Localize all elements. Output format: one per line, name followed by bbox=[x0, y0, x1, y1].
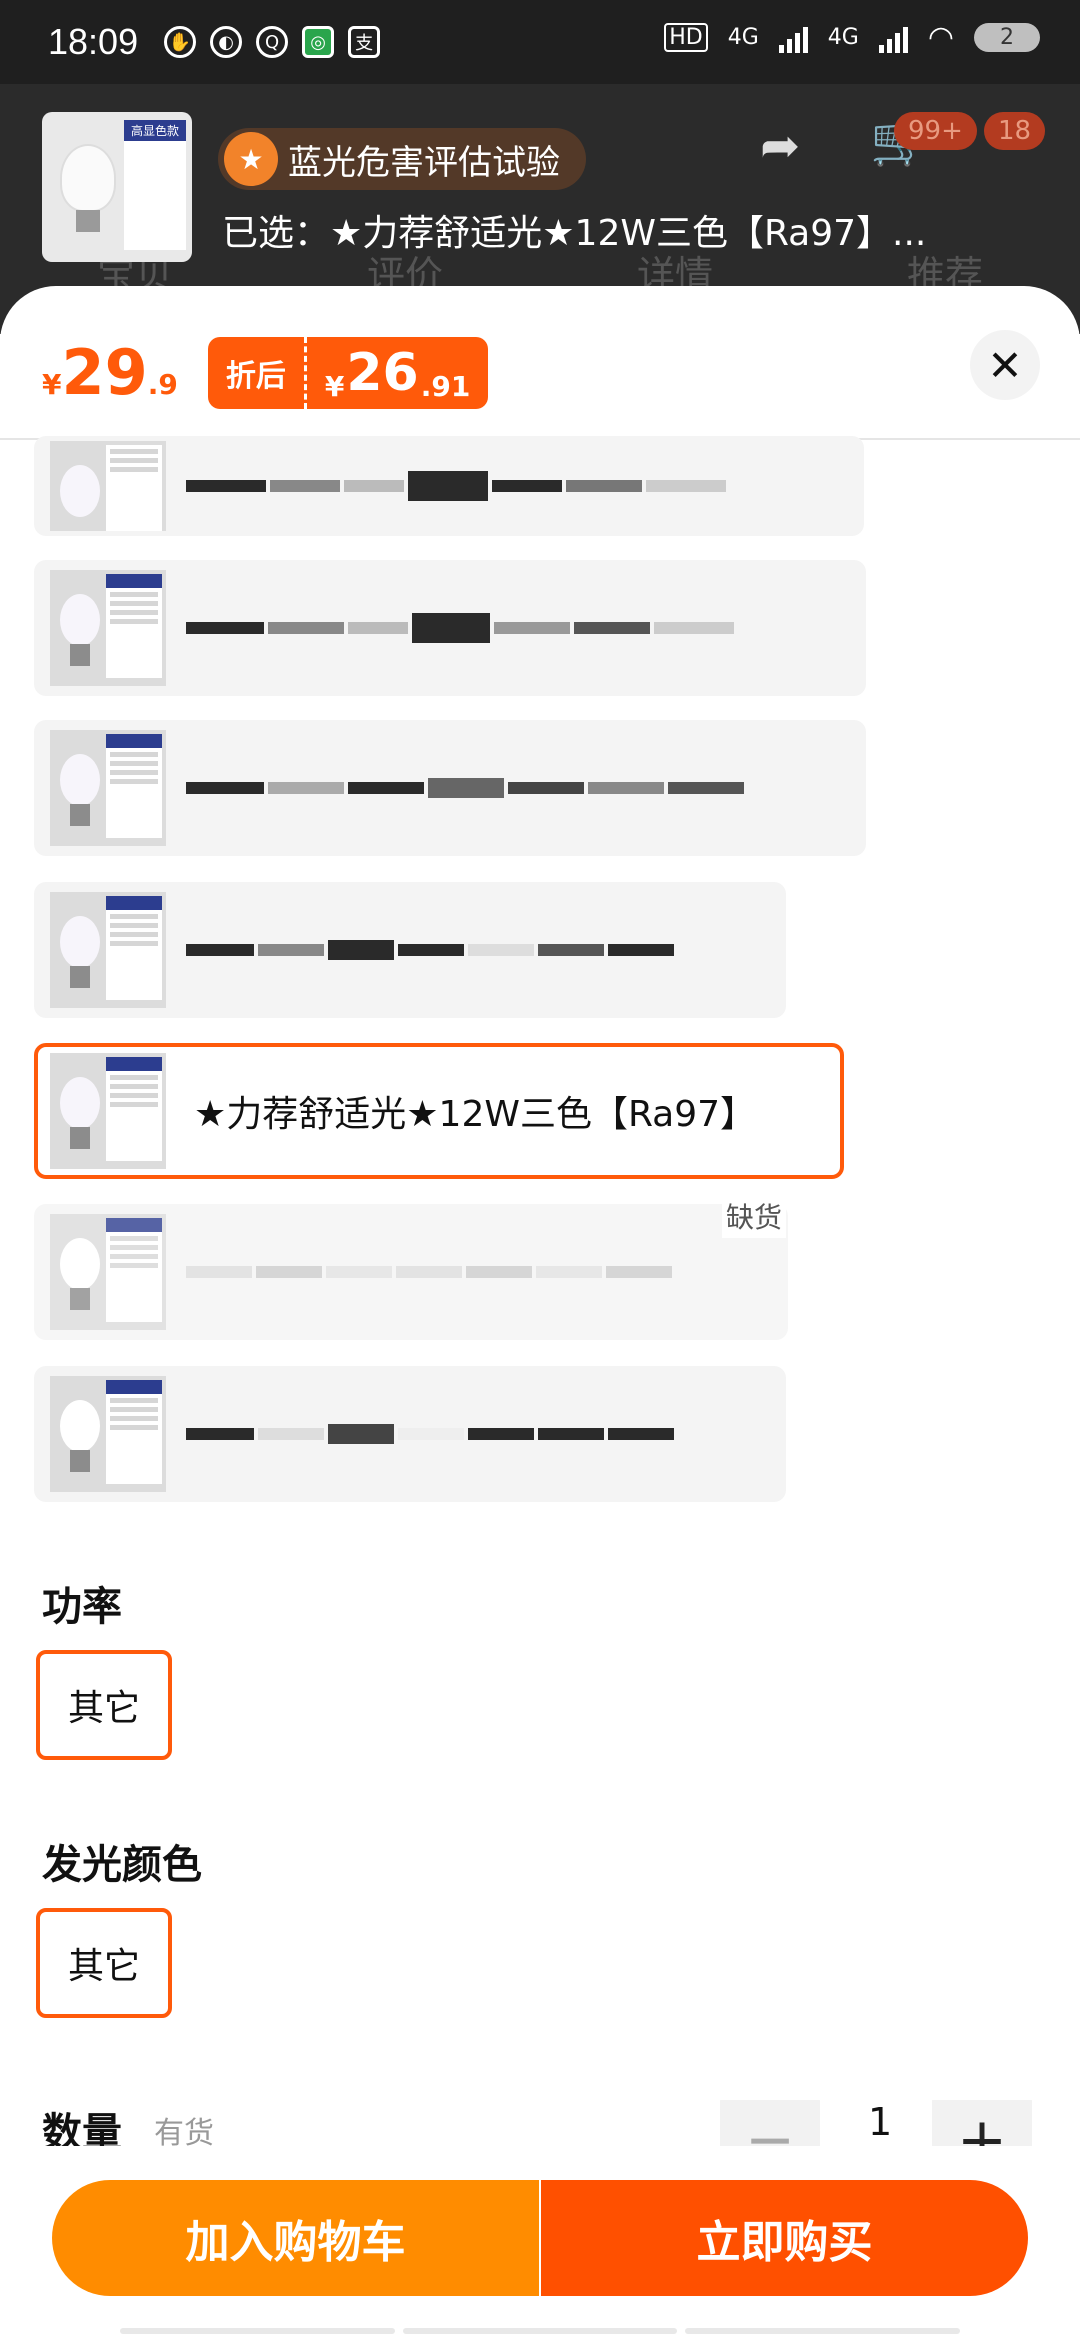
increase-quantity-button[interactable]: + bbox=[932, 2100, 1032, 2146]
cart-count-badge: 99+ bbox=[894, 112, 977, 150]
wifi-icon: ◠ bbox=[927, 20, 954, 55]
decrease-quantity-button[interactable]: − bbox=[720, 2100, 820, 2146]
signal-1-label: 4G bbox=[727, 25, 759, 50]
close-icon: ✕ bbox=[987, 340, 1023, 390]
discount-decimal: .91 bbox=[420, 370, 471, 403]
wechat-icon: ◎ bbox=[302, 26, 335, 58]
redacted-label bbox=[186, 471, 726, 501]
sku-option[interactable] bbox=[34, 882, 786, 1018]
quark-icon: Q bbox=[256, 26, 289, 58]
redacted-label bbox=[186, 613, 734, 643]
light-color-section-title: 发光颜色 bbox=[42, 1842, 202, 1888]
price-integer: 29 bbox=[61, 336, 148, 409]
quantity-value[interactable]: 1 bbox=[868, 2100, 892, 2144]
out-of-stock-label: 缺货 bbox=[722, 1194, 787, 1238]
bottom-indicator bbox=[120, 2328, 961, 2334]
redacted-label bbox=[186, 778, 744, 798]
app-icon: ◐ bbox=[210, 26, 243, 58]
notification-icons: ✋ ◐ Q ◎ 支 bbox=[164, 26, 381, 58]
discount-price-pill: 折后 ¥26.91 bbox=[207, 337, 489, 409]
stock-status: 有货 bbox=[154, 2116, 214, 2146]
sku-thumbnail bbox=[50, 1053, 166, 1169]
sku-option[interactable] bbox=[34, 560, 866, 696]
buy-now-button[interactable]: 立即购买 bbox=[541, 2180, 1028, 2296]
sku-option-selected[interactable]: ★力荐舒适光★12W三色【Ra97】 bbox=[34, 1043, 844, 1179]
signal-icon bbox=[878, 23, 908, 53]
alipay-icon: 支 bbox=[348, 26, 381, 58]
bulb-image bbox=[62, 146, 114, 210]
discount-currency: ¥ bbox=[324, 370, 345, 403]
redacted-label bbox=[186, 940, 674, 960]
original-price: ¥29.9 bbox=[42, 336, 178, 409]
sku-thumbnail bbox=[50, 730, 166, 846]
price-decimal: .9 bbox=[147, 368, 178, 401]
badge-text: 蓝光危害评估试验 bbox=[288, 142, 560, 183]
selected-spec-text: 已选：★力荐舒适光★12W三色【Ra97】... bbox=[222, 213, 927, 254]
action-bar: 加入购物车 立即购买 bbox=[52, 2180, 1028, 2296]
light-color-option-other[interactable]: 其它 bbox=[36, 1908, 172, 2018]
power-option-other[interactable]: 其它 bbox=[36, 1650, 172, 1760]
sku-thumbnail bbox=[50, 1214, 166, 1330]
quantity-label: 数量 bbox=[42, 2110, 122, 2146]
redacted-label bbox=[186, 1424, 674, 1444]
clock: 18:09 bbox=[48, 21, 139, 62]
discount-price: ¥26.91 bbox=[307, 343, 488, 403]
blue-light-test-badge[interactable]: ★ 蓝光危害评估试验 bbox=[218, 128, 586, 190]
signal-icon bbox=[778, 23, 808, 53]
spec-panel: 高显色款 bbox=[124, 120, 186, 250]
add-to-cart-button[interactable]: 加入购物车 bbox=[52, 2180, 541, 2296]
currency-symbol: ¥ bbox=[42, 368, 62, 401]
redacted-label bbox=[186, 1266, 672, 1278]
hd-icon: HD bbox=[664, 23, 708, 52]
system-icons: HD 4G 4G ◠ 2 bbox=[664, 20, 1040, 55]
sku-option[interactable] bbox=[34, 1366, 786, 1502]
medal-icon: ★ bbox=[224, 132, 278, 186]
battery-icon: 2 bbox=[974, 23, 1040, 52]
sku-thumbnail bbox=[50, 441, 166, 531]
sku-thumbnail bbox=[50, 570, 166, 686]
discount-integer: 26 bbox=[346, 343, 419, 403]
sku-option[interactable] bbox=[34, 720, 866, 856]
share-icon[interactable]: ➦ bbox=[760, 118, 800, 174]
discount-label: 折后 bbox=[208, 337, 307, 409]
sku-option-label: ★力荐舒适光★12W三色【Ra97】 bbox=[194, 1094, 757, 1135]
close-button[interactable]: ✕ bbox=[970, 330, 1040, 400]
message-count-badge: 18 bbox=[984, 112, 1046, 150]
selected-product-thumbnail[interactable]: 高显色款 bbox=[42, 112, 192, 262]
bulb-base-image bbox=[76, 210, 100, 232]
price-row: ¥29.9 折后 ¥26.91 bbox=[42, 336, 489, 409]
status-bar: 18:09 ✋ ◐ Q ◎ 支 HD 4G 4G ◠ 2 bbox=[0, 0, 1080, 84]
sku-thumbnail bbox=[50, 892, 166, 1008]
sku-option-out-of-stock[interactable] bbox=[34, 1204, 788, 1340]
quantity-row: 数量 有货 − 1 + bbox=[42, 2100, 1042, 2146]
signal-2-label: 4G bbox=[827, 25, 859, 50]
sku-option[interactable] bbox=[34, 436, 864, 536]
power-section-title: 功率 bbox=[42, 1584, 122, 1630]
hand-icon: ✋ bbox=[164, 26, 197, 58]
sku-thumbnail bbox=[50, 1376, 166, 1492]
spec-panel-title: 高显色款 bbox=[124, 120, 186, 141]
